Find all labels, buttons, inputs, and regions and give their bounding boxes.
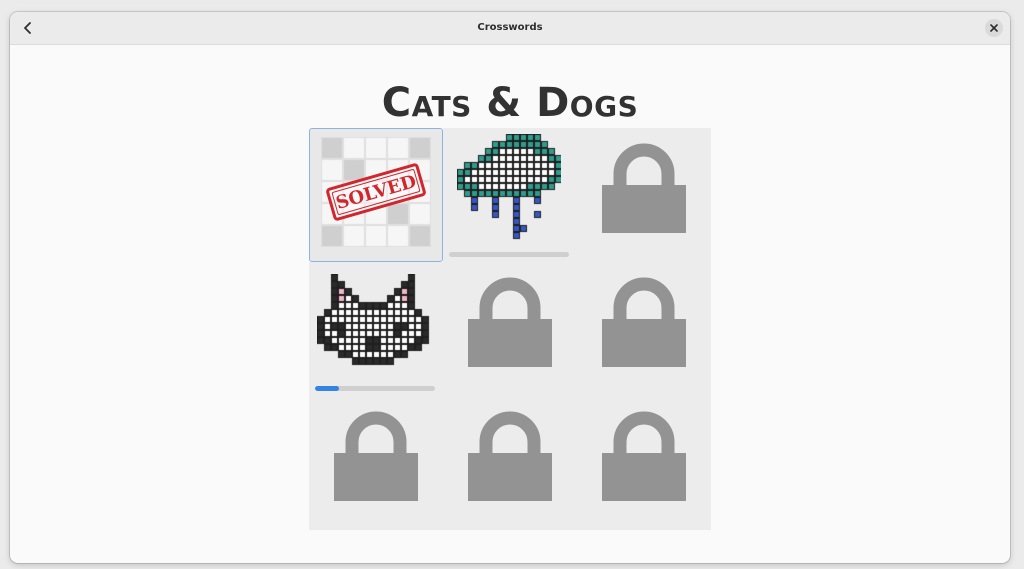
puzzle-tile-5[interactable]: [443, 262, 577, 396]
puzzle-tile-1[interactable]: SOLVED: [309, 128, 443, 262]
close-icon: [990, 24, 998, 32]
puzzle-tile-4[interactable]: [309, 262, 443, 396]
puzzle-progress-bar: [449, 252, 569, 257]
lock-icon: [602, 411, 686, 501]
puzzle-tile-3[interactable]: [577, 128, 711, 262]
window-title: Crosswords: [477, 22, 543, 33]
puzzle-progress-bar: [315, 386, 435, 391]
app-window: Crosswords Cats & Dogs SOLVED: [10, 12, 1010, 563]
lock-icon: [602, 277, 686, 367]
puzzle-tile-6[interactable]: [577, 262, 711, 396]
puzzle-progress-fill: [315, 386, 339, 391]
header-bar: Crosswords: [10, 12, 1010, 45]
puzzle-set-title: Cats & Dogs: [381, 80, 639, 126]
puzzle-tile-2[interactable]: [443, 128, 577, 262]
puzzle-grid: SOLVED: [309, 128, 711, 530]
lock-icon: [334, 411, 418, 501]
lock-icon: [602, 143, 686, 233]
puzzle-tile-7[interactable]: [309, 396, 443, 530]
rain-cloud-artwork: [457, 134, 561, 246]
lock-icon: [468, 411, 552, 501]
close-button[interactable]: [985, 19, 1003, 37]
puzzle-tile-9[interactable]: [577, 396, 711, 530]
cat-face-artwork: [317, 274, 437, 374]
puzzle-tile-8[interactable]: [443, 396, 577, 530]
lock-icon: [468, 277, 552, 367]
